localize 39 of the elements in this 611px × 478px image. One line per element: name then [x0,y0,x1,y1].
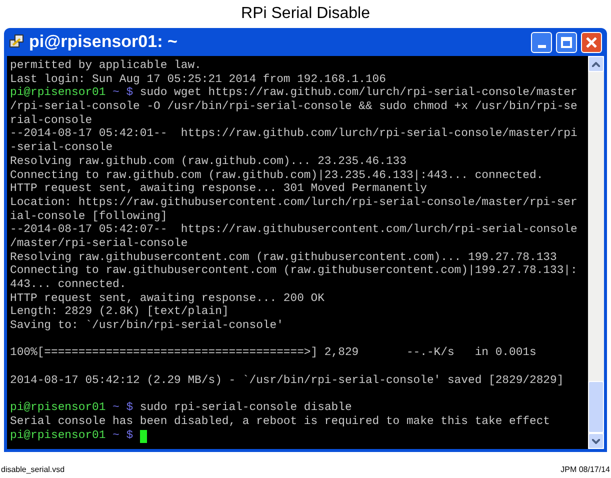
terminal-line: Last login: Sun Aug 17 05:25:21 2014 from 192.168.1.106 [10,74,386,86]
close-icon [586,36,597,48]
terminal-line: /rpi-serial-console -O /usr/bin/rpi-serial-console && sudo chmod +x /usr/bin/rpi-se [10,101,578,114]
terminal-line: Location: https://raw.githubusercontent.com/lurch/rpi-serial-console/master/rpi-ser [10,196,578,210]
terminal-line: ial-console [following] [10,210,168,224]
terminal-line: HTTP request sent, awaiting response... 301 Moved Permanently [10,183,427,196]
terminal-line: Length: 2829 (2.8K) [text/plain] [10,306,229,320]
terminal-line: Resolving raw.githubusercontent.com (raw.githubusercontent.com)... 199.27.78.133 [10,252,557,264]
terminal-line: Connecting to raw.githubusercontent.com (raw.githubusercontent.com)|199.27.78.133|: [10,265,578,278]
terminal-line: Serial console has been disabled, a reboot is required to make this take effect [10,416,550,430]
scroll-down-button[interactable] [588,433,604,449]
terminal-line: Connecting to raw.github.com (raw.github.com)|23.235.46.133|:443... connected. [10,170,544,182]
terminal-line: --2014-08-17 05:42:01-- https://raw.github.com/lurch/rpi-serial-console/master/rpi [10,128,578,142]
prompt-line: pi@rpisensor01 ~ $ sudo rpi-serial-console disable [10,402,352,416]
page-title: RPi Serial Disable [241,4,370,24]
terminal-line: 443... connected. [10,279,126,293]
prompt-line: pi@rpisensor01 ~ $ [10,430,134,444]
maximize-button[interactable] [556,32,577,52]
window-title: pi@rpisensor01: ~ [29,31,178,54]
terminal-computer-icon [9,34,25,50]
terminal-line: permitted by applicable law. [10,60,202,74]
terminal-line: 2014-08-17 05:42:12 (2.29 MB/s) - `/usr/bin/rpi-serial-console' saved [2829/2829] [10,374,564,388]
terminal-line: 100%[======================================>] 2,829 --.-K/s in 0.001s [10,347,536,362]
prompt-line: pi@rpisensor01 ~ $ sudo wget https://raw.github.com/lurch/rpi-serial-console/master [10,87,578,100]
close-button[interactable] [581,32,602,52]
maximize-icon [561,36,572,48]
minimize-button[interactable] [531,32,552,52]
scrollbar-thumb[interactable] [588,381,604,433]
terminal-line: Resolving raw.github.com (raw.github.com)... 23.235.46.133 [10,156,406,170]
terminal-line: /master/rpi-serial-console [10,238,188,252]
terminal-line: -serial-console [10,142,113,156]
terminal-line: --2014-08-17 05:42:07-- https://raw.githubusercontent.com/lurch/rpi-serial-console [10,224,578,238]
terminal-line: rial-console [10,114,92,128]
terminal-line: HTTP request sent, awaiting response... 200 OK [10,292,324,306]
minimize-icon [538,44,546,48]
terminal-line: Saving to: `/usr/bin/rpi-serial-console' [10,320,284,334]
footer-filename: disable_serial.vsd [1,464,65,476]
footer-author-date: JPM 08/17/14 [560,464,610,476]
scroll-up-button[interactable] [588,56,604,72]
